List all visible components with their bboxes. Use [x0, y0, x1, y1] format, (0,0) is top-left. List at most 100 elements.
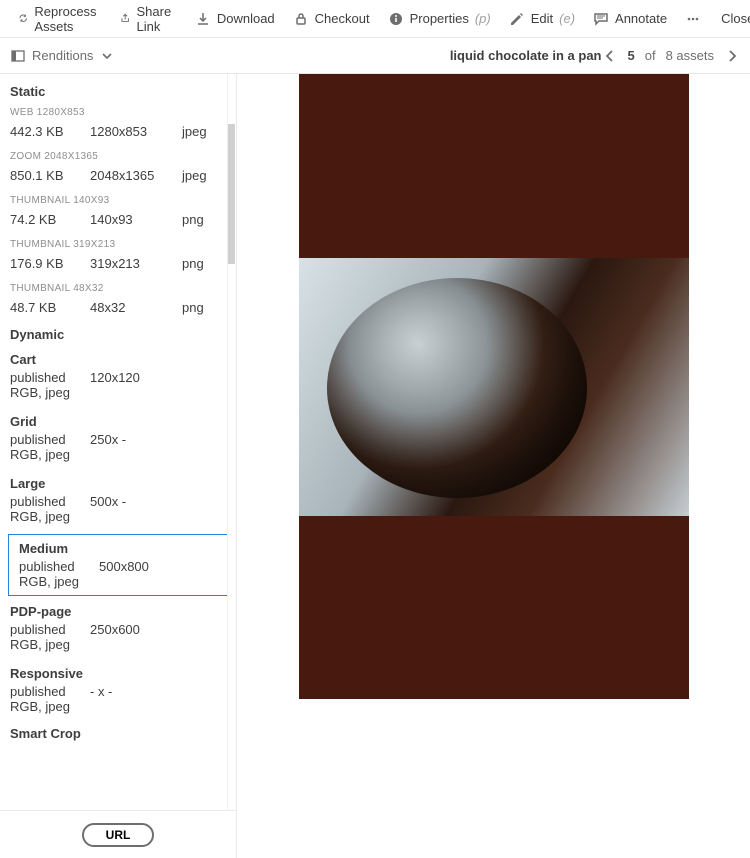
dynamic-dim: - x -	[90, 684, 112, 699]
static-label: ZOOM 2048X1365	[10, 151, 226, 162]
pager-current: 5	[628, 48, 635, 63]
static-item[interactable]: THUMBNAIL 48X32 48.7 KB 48x32 png	[0, 281, 236, 325]
share-label: Share Link	[137, 4, 177, 34]
static-dim: 319x213	[90, 256, 164, 271]
sub-toolbar: Renditions liquid chocolate in a pan 5 o…	[0, 38, 750, 74]
dynamic-meta: RGB, jpeg	[10, 699, 226, 714]
preview-pane	[237, 74, 750, 858]
static-item[interactable]: THUMBNAIL 319X213 176.9 KB 319x213 png	[0, 237, 236, 281]
chevron-down-icon	[99, 48, 115, 64]
edit-label: Edit	[531, 11, 553, 26]
static-size: 48.7 KB	[10, 300, 72, 315]
dynamic-dim: 250x600	[90, 622, 140, 637]
edit-shortcut: (e)	[559, 11, 575, 26]
dynamic-status: published	[10, 684, 72, 699]
info-icon	[388, 11, 404, 27]
asset-pager: 5 of 8 assets	[602, 48, 741, 64]
checkout-button[interactable]: Checkout	[285, 7, 378, 31]
static-dim: 2048x1365	[90, 168, 164, 183]
static-size: 442.3 KB	[10, 124, 72, 139]
dynamic-status: published	[10, 370, 72, 385]
dynamic-status: published	[10, 622, 72, 637]
static-dim: 1280x853	[90, 124, 164, 139]
pager-total: 8 assets	[666, 48, 714, 63]
static-fmt: jpeg	[182, 168, 222, 183]
dynamic-title: PDP-page	[10, 604, 226, 619]
dynamic-item-pdp[interactable]: PDP-page published 250x600 RGB, jpeg	[0, 600, 236, 658]
ellipsis-icon	[685, 11, 701, 27]
static-item[interactable]: WEB 1280X853 442.3 KB 1280x853 jpeg	[0, 105, 236, 149]
chevron-left-icon[interactable]	[602, 48, 618, 64]
edit-button[interactable]: Edit (e)	[501, 7, 583, 31]
dynamic-meta: RGB, jpeg	[10, 447, 226, 462]
dynamic-item-grid[interactable]: Grid published 250x - RGB, jpeg	[0, 410, 236, 468]
dynamic-title: Responsive	[10, 666, 226, 681]
dynamic-title: Cart	[10, 352, 226, 367]
scrollbar[interactable]	[227, 74, 235, 810]
dynamic-status: published	[19, 559, 81, 574]
refresh-icon	[18, 11, 28, 27]
dynamic-item-cart[interactable]: Cart published 120x120 RGB, jpeg	[0, 348, 236, 406]
section-static: Static	[0, 82, 236, 105]
download-button[interactable]: Download	[187, 7, 283, 31]
close-button[interactable]: Close	[713, 7, 750, 30]
reprocess-label: Reprocess Assets	[34, 4, 102, 34]
dynamic-title: Medium	[19, 541, 217, 556]
dynamic-title: Grid	[10, 414, 226, 429]
static-label: THUMBNAIL 48X32	[10, 283, 226, 294]
dynamic-dim: 120x120	[90, 370, 140, 385]
static-fmt: jpeg	[182, 124, 222, 139]
checkout-label: Checkout	[315, 11, 370, 26]
static-size: 176.9 KB	[10, 256, 72, 271]
pencil-icon	[509, 11, 525, 27]
static-dim: 140x93	[90, 212, 164, 227]
side-scroll: Static WEB 1280X853 442.3 KB 1280x853 jp…	[0, 74, 236, 810]
dynamic-item-medium[interactable]: Medium published 500x800 RGB, jpeg	[8, 534, 228, 596]
dynamic-dim: 250x -	[90, 432, 126, 447]
renditions-dropdown[interactable]: Renditions	[10, 48, 115, 64]
close-label: Close	[721, 11, 750, 26]
static-label: WEB 1280X853	[10, 107, 226, 118]
static-fmt: png	[182, 212, 222, 227]
lock-icon	[293, 11, 309, 27]
static-dim: 48x32	[90, 300, 164, 315]
annotate-button[interactable]: Annotate	[585, 7, 675, 31]
comment-icon	[593, 11, 609, 27]
dynamic-title: Large	[10, 476, 226, 491]
content-area: Static WEB 1280X853 442.3 KB 1280x853 jp…	[0, 74, 750, 858]
static-fmt: png	[182, 256, 222, 271]
static-item[interactable]: ZOOM 2048X1365 850.1 KB 2048x1365 jpeg	[0, 149, 236, 193]
reprocess-assets-button[interactable]: Reprocess Assets	[10, 0, 110, 38]
side-footer: URL	[0, 810, 236, 858]
properties-button[interactable]: Properties (p)	[380, 7, 499, 31]
asset-image	[299, 258, 689, 516]
dynamic-status: published	[10, 494, 72, 509]
share-icon	[120, 11, 130, 27]
download-label: Download	[217, 11, 275, 26]
static-size: 850.1 KB	[10, 168, 72, 183]
section-smartcrop: Smart Crop	[0, 724, 236, 747]
dynamic-meta: RGB, jpeg	[10, 509, 226, 524]
side-rail: Static WEB 1280X853 442.3 KB 1280x853 jp…	[0, 74, 237, 858]
dynamic-item-responsive[interactable]: Responsive published - x - RGB, jpeg	[0, 662, 236, 720]
asset-title: liquid chocolate in a pan	[450, 48, 602, 63]
dynamic-status: published	[10, 432, 72, 447]
properties-shortcut: (p)	[475, 11, 491, 26]
top-toolbar: Reprocess Assets Share Link Download Che…	[0, 0, 750, 38]
static-item[interactable]: THUMBNAIL 140X93 74.2 KB 140x93 png	[0, 193, 236, 237]
more-button[interactable]	[677, 7, 709, 31]
dynamic-meta: RGB, jpeg	[10, 385, 226, 400]
rail-left-icon	[10, 48, 26, 64]
dynamic-meta: RGB, jpeg	[19, 574, 217, 589]
static-label: THUMBNAIL 319X213	[10, 239, 226, 250]
properties-label: Properties	[410, 11, 469, 26]
dynamic-dim: 500x800	[99, 559, 149, 574]
dynamic-item-large[interactable]: Large published 500x - RGB, jpeg	[0, 472, 236, 530]
dynamic-meta: RGB, jpeg	[10, 637, 226, 652]
image-frame	[299, 74, 689, 699]
dynamic-dim: 500x -	[90, 494, 126, 509]
static-size: 74.2 KB	[10, 212, 72, 227]
url-button[interactable]: URL	[82, 823, 155, 847]
share-link-button[interactable]: Share Link	[112, 0, 185, 38]
chevron-right-icon[interactable]	[724, 48, 740, 64]
